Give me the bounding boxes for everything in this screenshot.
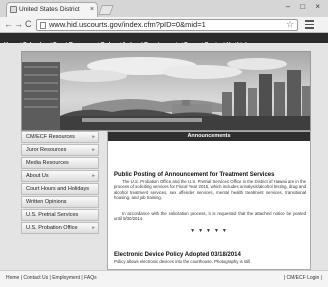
new-tab-button[interactable] xyxy=(98,5,114,15)
chevron-right-icon: ▸ xyxy=(92,147,95,153)
address-url: www.hid.uscourts.gov/index.cfm?pID=0&mid… xyxy=(49,20,206,29)
sidebar-item-label: Media Resources xyxy=(26,160,69,166)
favicon-icon xyxy=(10,6,17,13)
announcement-paragraph: In accordance with the solicitation proc… xyxy=(114,211,306,222)
content-panel: Announcements Public Posting of Announce… xyxy=(107,131,311,270)
back-arrow-icon[interactable]: ← xyxy=(4,19,13,30)
sidebar-item-juror-resources[interactable]: Juror Resources ▸ xyxy=(21,144,99,156)
sidebar-item-label: CM/ECF Resources xyxy=(26,134,75,140)
sidebar-item-cm-ecf-resources[interactable]: CM/ECF Resources ▸ xyxy=(21,131,99,143)
reload-icon[interactable]: C xyxy=(25,19,32,30)
tab-close-icon[interactable]: × xyxy=(90,3,94,16)
sidebar-item-label: About Us xyxy=(26,173,49,179)
sidebar-menu: CM/ECF Resources ▸ Juror Resources ▸ Media R… xyxy=(21,131,99,235)
chevron-right-icon: ▸ xyxy=(92,173,95,179)
page-icon xyxy=(40,22,46,29)
browser-tab-strip: United States District × – □ × xyxy=(0,0,328,17)
browser-menu-icon[interactable] xyxy=(305,20,314,29)
sidebar-item-label: Written Opinions xyxy=(26,199,67,205)
sidebar-item-court-hours-and-holidays[interactable]: Court Hours and Holidays xyxy=(21,183,99,195)
banner-image xyxy=(21,51,311,131)
announcement-paragraph: Policy allows electronic devices into th… xyxy=(114,259,251,264)
sidebar-item-label: Juror Resources xyxy=(26,147,67,153)
browser-tab[interactable]: United States District × xyxy=(6,2,98,17)
sidebar-item-u-s-probation-office[interactable]: U.S. Probation Office ▸ xyxy=(21,222,99,234)
content-header: Announcements xyxy=(108,132,310,141)
sidebar-item-label: U.S. Probation Office xyxy=(26,225,78,231)
cmecf-login-link[interactable]: | CM/ECF Login | xyxy=(284,275,322,281)
footer-links[interactable]: Home | Contact Us | Employment | FAQs xyxy=(6,275,97,281)
address-bar[interactable]: www.hid.uscourts.gov/index.cfm?pID=0&mid… xyxy=(36,19,298,31)
bookmark-star-icon[interactable]: ☆ xyxy=(286,19,294,30)
sidebar-item-label: Court Hours and Holidays xyxy=(26,186,89,192)
sidebar-item-label: U.S. Pretrial Services xyxy=(26,212,79,218)
sidebar-item-written-opinions[interactable]: Written Opinions xyxy=(21,196,99,208)
sidebar-item-about-us[interactable]: About Us ▸ xyxy=(21,170,99,182)
chevron-right-icon: ▸ xyxy=(92,134,95,140)
sidebar-item-media-resources[interactable]: Media Resources xyxy=(21,157,99,169)
sidebar-item-u-s-pretrial-services[interactable]: U.S. Pretrial Services xyxy=(21,209,99,221)
announcement-title[interactable]: Electronic Device Policy Adopted 03/18/2… xyxy=(114,252,241,258)
page-footer: Home | Contact Us | Employment | FAQs | … xyxy=(0,270,328,287)
announcement-paragraph: The U.S. Probation Office and the U.S. P… xyxy=(114,179,306,201)
site-nav-bar: Home|Calendars|Court Resources|Orders|Ju… xyxy=(0,33,328,43)
honolulu-skyline-photo xyxy=(22,52,310,130)
divider-arrows: ▼▼▼▼▼ xyxy=(190,228,230,234)
window-controls[interactable]: – □ × xyxy=(286,2,324,11)
browser-toolbar: ← → C www.hid.uscourts.gov/index.cfm?pID… xyxy=(0,17,328,33)
chevron-right-icon: ▸ xyxy=(92,225,95,231)
announcement-title[interactable]: Public Posting of Announcement for Treat… xyxy=(114,172,274,178)
forward-arrow-icon[interactable]: → xyxy=(14,19,23,30)
tab-title: United States District xyxy=(19,6,80,13)
